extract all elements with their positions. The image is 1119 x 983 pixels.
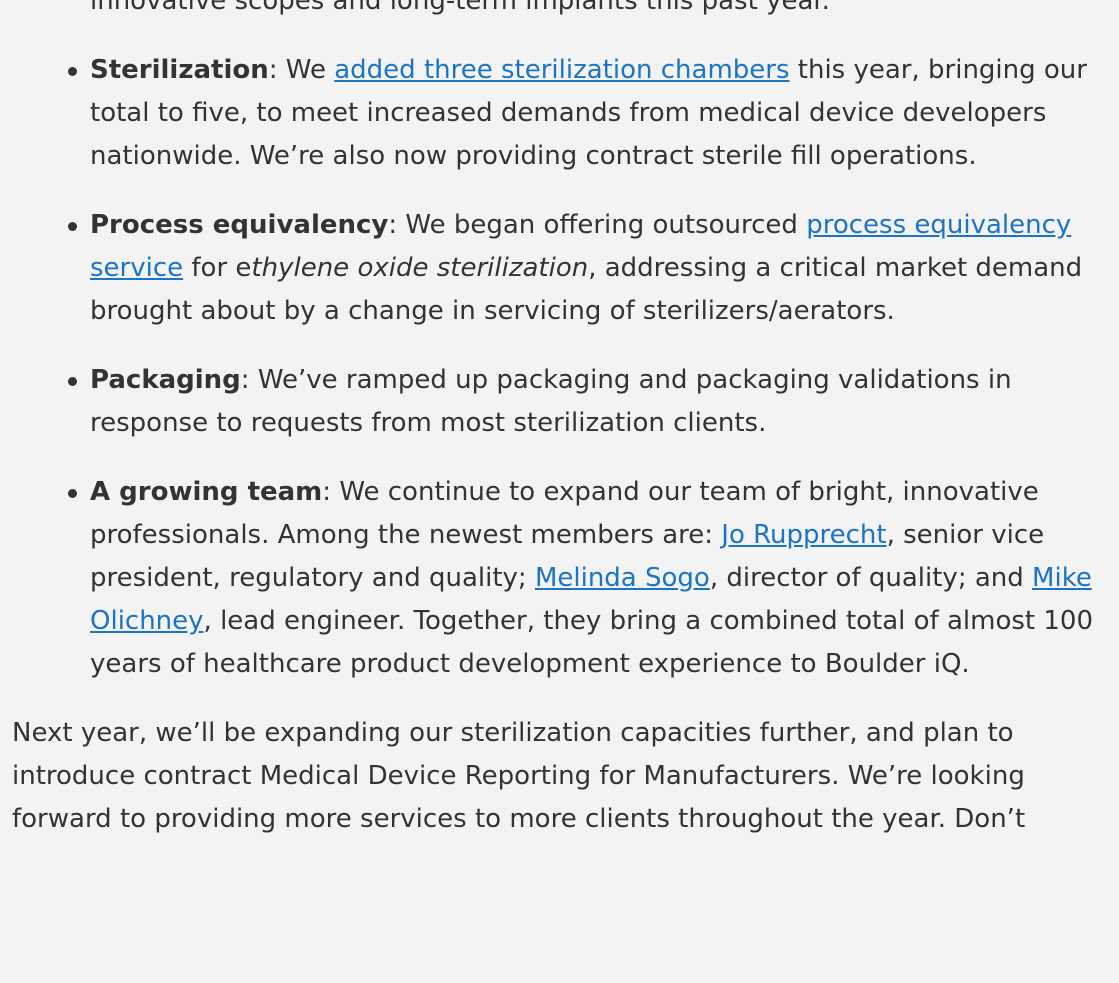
sterilization-chambers-link[interactable]: added three sterilization chambers — [334, 55, 789, 85]
list-item-sterilization: Sterilization: We added three sterilizat… — [12, 49, 1112, 178]
bullet-title: Process equivalency — [90, 210, 389, 240]
bullet-text: for e — [183, 253, 252, 283]
bullet-emphasis: thylene oxide sterilization — [251, 253, 589, 283]
bullet-title: Packaging — [90, 365, 241, 395]
list-item-growing-team: A growing team: We continue to expand ou… — [12, 471, 1112, 686]
bullet-text: We began offering outsourced — [405, 210, 807, 240]
jo-rupprecht-link[interactable]: Jo Rupprecht — [721, 520, 886, 550]
bullet-title: Sterilization — [90, 55, 269, 85]
list-item-process-equivalency: Process equivalency: We began offering o… — [12, 204, 1112, 333]
separator: : — [322, 477, 340, 507]
intro-paragraph: innovative scopes and long-term implants… — [12, 0, 1112, 23]
separator: : — [240, 365, 258, 395]
bullet-text: We — [285, 55, 335, 85]
melinda-sogo-link[interactable]: Melinda Sogo — [535, 563, 710, 593]
intro-text: innovative scopes and long-term implants… — [90, 0, 830, 16]
bullet-text: , lead engineer. Together, they bring a … — [90, 606, 1094, 679]
article-page: innovative scopes and long-term implants… — [0, 0, 1119, 983]
separator: : — [268, 55, 286, 85]
closing-text: Next year, we’ll be expanding our steril… — [12, 718, 1026, 834]
list-item-packaging: Packaging: We’ve ramped up packaging and… — [12, 359, 1112, 445]
highlights-list: Sterilization: We added three sterilizat… — [12, 49, 1112, 686]
separator: : — [388, 210, 406, 240]
article-content: innovative scopes and long-term implants… — [12, 0, 1112, 841]
closing-paragraph: Next year, we’ll be expanding our steril… — [12, 712, 1112, 841]
bullet-title: A growing team — [90, 477, 323, 507]
bullet-text: , director of quality; and — [709, 563, 1033, 593]
